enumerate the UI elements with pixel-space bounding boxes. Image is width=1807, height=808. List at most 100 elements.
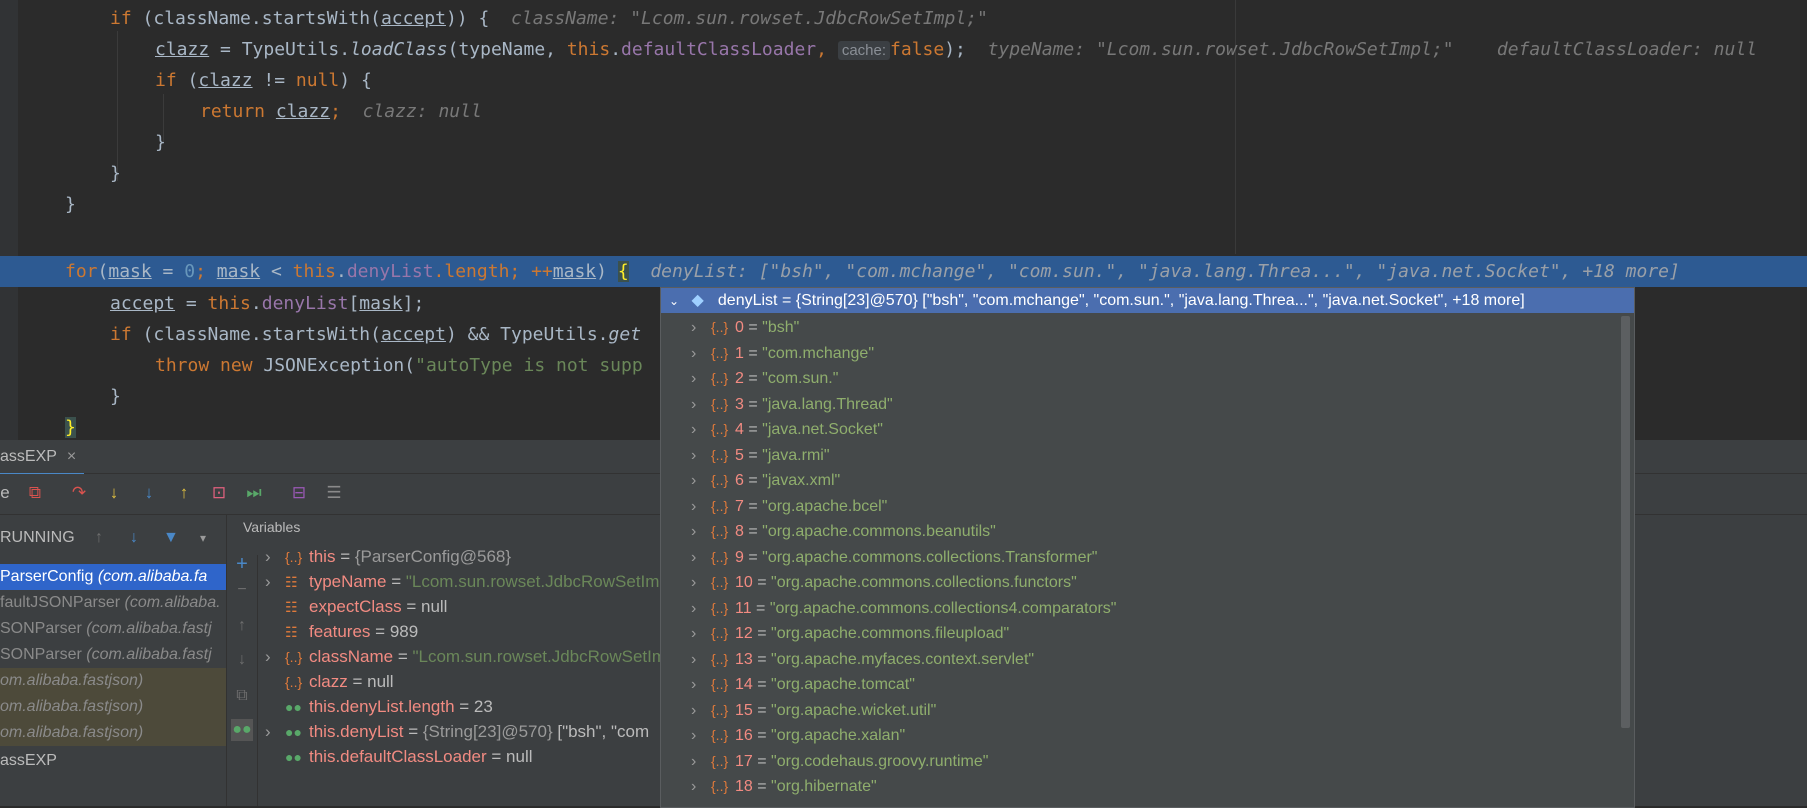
array-element-row[interactable]: › {..} 7 = "org.apache.bcel" [661,494,1634,520]
array-element-row[interactable]: › {..} 4 = "java.net.Socket" [661,417,1634,443]
expand-arrow-icon[interactable]: › [265,719,285,744]
array-element-row[interactable]: › {..} 0 = "bsh" [661,315,1634,341]
expand-arrow-icon[interactable]: › [265,644,285,669]
code-line-1[interactable]: if (className.startsWith(accept)) { clas… [0,3,1807,34]
array-element-row[interactable]: › {..} 18 = "org.hibernate" [661,774,1634,800]
expand-arrow-icon[interactable]: › [691,698,711,724]
expand-arrow-icon[interactable]: › [691,392,711,418]
array-element-row[interactable]: › {..} 8 = "org.apache.commons.beanutils" [661,519,1634,545]
add-watch-icon[interactable]: + [231,553,253,575]
variable-row[interactable]: ●● this.defaultClassLoader = null [265,744,533,769]
up-arrow-icon[interactable]: ↑ [95,523,103,553]
expand-arrow-icon[interactable]: › [691,749,711,775]
trace-icon[interactable]: ☰ [323,482,345,504]
popup-header-row[interactable]: ⌄ ◆ denyList = {String[23]@570} ["bsh", … [661,288,1634,313]
code-line-4[interactable]: return clazz; clazz: null [0,96,1807,127]
array-element-row[interactable]: › {..} 5 = "java.rmi" [661,443,1634,469]
expand-arrow-icon[interactable]: › [691,774,711,800]
expand-arrow-icon[interactable]: › [265,544,285,569]
expand-arrow-icon[interactable]: › [691,570,711,596]
expand-arrow-icon[interactable]: › [691,723,711,749]
variable-row[interactable]: › {..} this = {ParserConfig@568} [265,544,511,569]
move-up-icon[interactable]: ↑ [231,615,253,637]
code-line-2[interactable]: clazz = TypeUtils.loadClass(typeName, th… [0,34,1807,65]
equals-sign: = [752,574,772,591]
expand-arrow-icon[interactable]: › [691,315,711,341]
array-element-row[interactable]: › {..} 14 = "org.apache.tomcat" [661,672,1634,698]
expand-arrow-icon[interactable]: › [691,443,711,469]
array-element-row[interactable]: › {..} 9 = "org.apache.commons.collections… [661,545,1634,571]
array-element-row[interactable]: › {..} 1 = "com.mchange" [661,341,1634,367]
force-step-into-icon[interactable]: ↓ [138,482,160,504]
variable-row[interactable]: ☷ expectClass = null [265,594,447,619]
expand-arrow-icon[interactable]: › [691,494,711,520]
code-line-3[interactable]: if (clazz != null) { [0,65,1807,96]
thread-status[interactable]: RUNNING [0,523,75,553]
move-down-icon[interactable]: ↓ [231,649,253,671]
array-element-row[interactable]: › {..} 17 = "org.codehaus.groovy.runtime" [661,749,1634,775]
variable-row[interactable]: ☷ features = 989 [265,619,418,644]
expand-arrow-icon[interactable]: › [691,596,711,622]
expand-arrow-icon[interactable]: › [265,569,285,594]
expand-arrow-icon[interactable]: › [691,647,711,673]
variable-row[interactable]: ●● this.denyList.length = 23 [265,694,493,719]
frame-item[interactable]: assEXP [0,748,226,774]
array-element-row[interactable]: › {..} 3 = "java.lang.Thread" [661,392,1634,418]
down-arrow-icon[interactable]: ↓ [130,523,138,553]
frame-item[interactable]: SONParser (com.alibaba.fastj [0,642,226,668]
expand-arrow-icon[interactable]: › [691,672,711,698]
code-text: < [260,261,293,282]
frame-item[interactable]: ParserConfig (com.alibaba.fa [0,564,226,590]
frame-item-library[interactable]: om.alibaba.fastjson) [0,668,226,694]
expand-arrow-icon[interactable]: › [691,519,711,545]
array-element-row[interactable]: › {..} 2 = "com.sun." [661,366,1634,392]
stop-frames-icon[interactable]: ⧉ [24,482,46,504]
frame-item[interactable]: SONParser (com.alibaba.fastj [0,616,226,642]
variable-row[interactable]: › ☷ typeName = "Lcom.sun.rowset.JdbcRowSet… [265,569,659,594]
element-value: "javax.xml" [762,472,841,489]
close-icon[interactable]: × [67,448,76,465]
frame-item-library[interactable]: om.alibaba.fastjson) [0,694,226,720]
variable-row[interactable]: › ●● this.denyList = {String[23]@570} ["bs… [265,719,649,744]
frame-item[interactable]: faultJSONParser (com.alibaba. [0,590,226,616]
frame-item-library[interactable]: om.alibaba.fastjson) [0,720,226,746]
resume-icon[interactable]: ⏭ [243,482,265,504]
variable-row[interactable]: › {..} className = "Lcom.sun.rowset.JdbcRo… [265,644,666,669]
expand-arrow-icon[interactable]: › [691,545,711,571]
chevron-down-icon[interactable]: ⌄ [669,289,681,314]
code-line-current-execution[interactable]: for(mask = 0; mask < this.denyList.lengt… [0,256,1807,287]
watches-toggle-icon[interactable]: ●● [231,719,253,741]
step-out-icon[interactable]: ↑ [173,482,195,504]
expand-arrow-icon[interactable]: › [691,468,711,494]
array-element-row[interactable]: › {..} 13 = "org.apache.myfaces.context.se… [661,647,1634,673]
array-element-row[interactable]: › {..} 16 = "org.apache.xalan" [661,723,1634,749]
chevron-down-icon[interactable]: ▾ [200,523,206,553]
debug-session-tab[interactable]: assEXP × [0,440,85,476]
array-element-row[interactable]: › {..} 11 = "org.apache.commons.collection… [661,596,1634,622]
step-into-icon[interactable]: ↓ [103,482,125,504]
code-text: (typeName, [447,39,567,60]
array-element-row[interactable]: › {..} 12 = "org.apache.commons.fileupload… [661,621,1634,647]
variable-row[interactable]: {..} clazz = null [265,669,394,694]
filter-icon[interactable]: ▼ [163,523,179,553]
code-line-7[interactable]: } [0,189,1807,220]
element-value: "org.apache.bcel" [762,497,888,515]
copy-icon[interactable]: ⧉ [231,685,253,707]
field-icon: ☷ [285,624,298,640]
expand-arrow-icon[interactable]: › [691,417,711,443]
code-text: . [250,293,262,314]
denylist-value-popup[interactable]: ⌄ ◆ denyList = {String[23]@570} ["bsh", … [660,287,1635,808]
evaluate-expression-icon[interactable]: ⊟ [288,482,310,504]
array-element-row[interactable]: › {..} 6 = "javax.xml" [661,468,1634,494]
run-to-cursor-icon[interactable]: ⊡ [208,482,230,504]
array-element-row[interactable]: › {..} 10 = "org.apache.commons.collection… [661,570,1634,596]
expand-arrow-icon[interactable]: › [691,341,711,367]
code-line-5[interactable]: } [0,127,1807,158]
expand-arrow-icon[interactable]: › [691,366,711,392]
step-over-icon[interactable]: ↷ [68,482,90,504]
code-line-6[interactable]: } [0,158,1807,189]
expand-arrow-icon[interactable]: › [691,621,711,647]
array-element-row[interactable]: › {..} 15 = "org.apache.wicket.util" [661,698,1634,724]
remove-icon[interactable]: − [231,579,253,601]
popup-scrollbar[interactable] [1621,316,1630,728]
